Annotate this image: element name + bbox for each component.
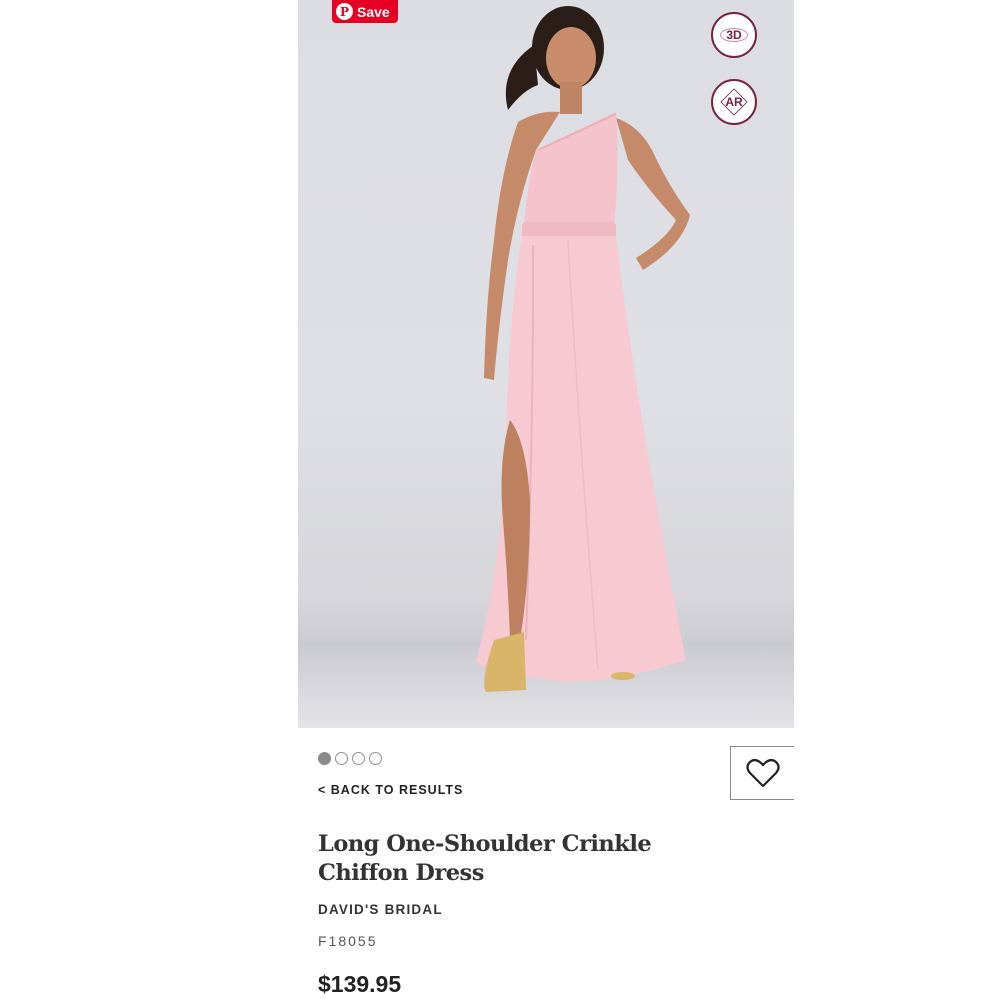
view-ar-label: AR [725, 95, 743, 109]
product-title: Long One-Shoulder Crinkle Chiffon Dress [318, 831, 652, 886]
view-3d-button[interactable]: 3D [711, 12, 757, 58]
view-ar-button[interactable]: AR [711, 79, 757, 125]
carousel-dot-2[interactable] [335, 752, 348, 765]
back-to-results-link[interactable]: < BACK TO RESULTS [318, 783, 463, 797]
heart-icon [745, 758, 780, 788]
pinterest-icon: P [336, 3, 353, 20]
pinterest-save-button[interactable]: P Save [332, 0, 398, 23]
wishlist-button[interactable] [730, 746, 794, 800]
carousel-dots [318, 752, 382, 765]
product-price: $139.95 [318, 971, 402, 997]
carousel-dot-3[interactable] [352, 752, 365, 765]
pinterest-save-label: Save [357, 3, 390, 20]
product-image[interactable]: P Save 3D AR [298, 0, 794, 728]
carousel-dot-4[interactable] [369, 752, 382, 765]
product-page: P Save 3D AR < BACK TO RESULTS Long One-… [298, 0, 794, 999]
view-3d-label: 3D [726, 28, 742, 42]
carousel-dot-1[interactable] [318, 752, 331, 765]
product-sku: F18055 [318, 933, 378, 949]
brand-name: DAVID'S BRIDAL [318, 902, 443, 917]
